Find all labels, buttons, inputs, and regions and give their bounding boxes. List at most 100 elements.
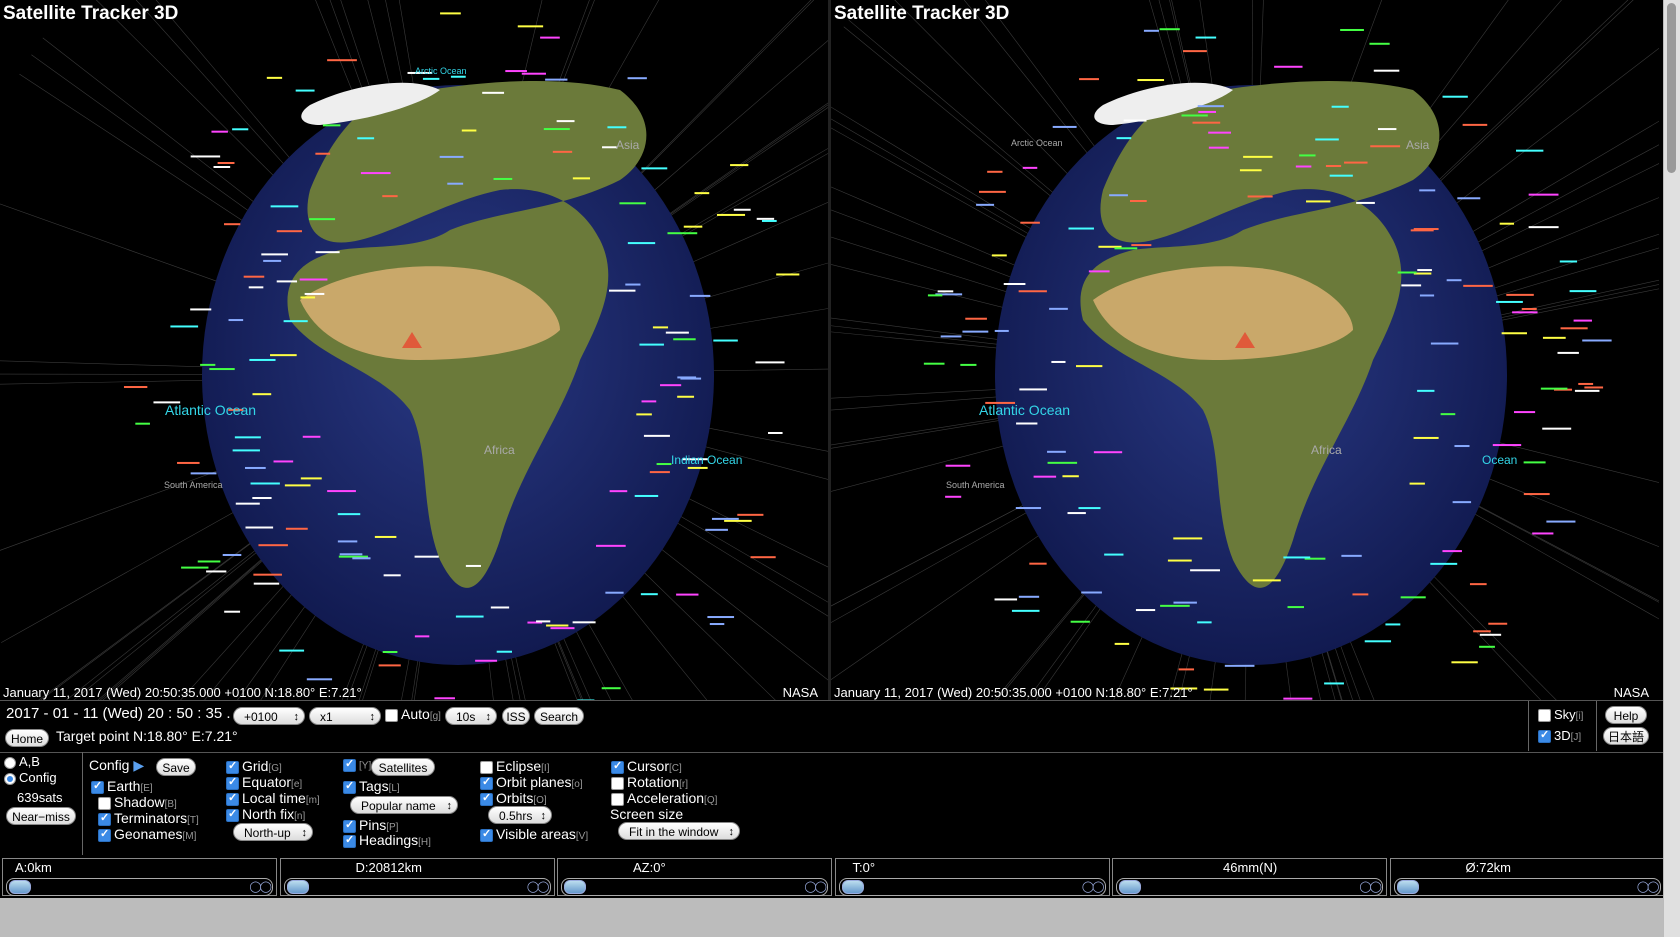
satellite-tag[interactable] (1341, 554, 1362, 557)
satellite-tag[interactable] (1560, 327, 1588, 330)
satellite-tag[interactable] (1569, 290, 1597, 293)
globe-view-right[interactable]: Satellite Tracker 3D Arctic Ocean Asia A… (831, 0, 1659, 700)
home-button[interactable]: Home (5, 729, 49, 747)
satellite-tag[interactable] (1160, 604, 1190, 607)
near-miss-button[interactable]: Near−miss (6, 807, 76, 825)
satellite-tag[interactable] (322, 124, 341, 127)
orbit-duration-select[interactable]: 0.5hrs (488, 806, 552, 825)
screen-size-select[interactable]: Fit in the window (618, 822, 740, 841)
satellite-tag[interactable] (709, 623, 725, 626)
satellite-tag[interactable] (1463, 284, 1493, 287)
terminators-checkbox[interactable]: Terminators[T] (98, 810, 199, 826)
satellite-tag[interactable] (190, 155, 221, 158)
satellite-tag[interactable] (422, 77, 440, 80)
satellite-tag[interactable] (1131, 244, 1152, 247)
satellite-tag[interactable] (1049, 307, 1068, 310)
satellite-tag[interactable] (327, 59, 357, 62)
satellite-tag[interactable] (1078, 507, 1101, 510)
mode-config-radio[interactable]: Config (4, 770, 57, 785)
satellite-tag[interactable] (261, 253, 288, 256)
satellite-tag[interactable] (285, 527, 308, 530)
satellite-tag[interactable] (1135, 609, 1156, 612)
satellite-tag[interactable] (245, 526, 274, 529)
eclipse-checkbox[interactable]: Eclipse[I] (480, 758, 549, 774)
tags-checkbox[interactable]: Tags[L] (343, 778, 400, 794)
satellite-tag[interactable] (776, 273, 800, 276)
satellite-tag[interactable] (1442, 550, 1462, 553)
satellite-tag[interactable] (1523, 493, 1550, 496)
satellite-tag[interactable] (1274, 65, 1303, 68)
satellite-tag[interactable] (1446, 279, 1462, 282)
satellite-tag[interactable] (1198, 110, 1217, 113)
satellite-tag[interactable] (711, 517, 739, 520)
satellite-tag[interactable] (200, 363, 216, 366)
satellite-tag[interactable] (755, 361, 785, 364)
satellite-tag[interactable] (643, 434, 670, 437)
satellite-tag[interactable] (750, 556, 776, 559)
satellite-tag[interactable] (232, 449, 260, 452)
satellite-tag[interactable] (447, 182, 464, 185)
satellite-tag[interactable] (248, 286, 264, 289)
north-up-select[interactable]: North-up (233, 823, 313, 842)
satellite-tag[interactable] (1542, 427, 1572, 430)
satellite-tag[interactable] (252, 497, 272, 500)
satellite-tag[interactable] (1521, 307, 1537, 310)
satellite-tag[interactable] (1052, 125, 1077, 128)
satellite-tag[interactable] (309, 218, 336, 221)
satellite-tag[interactable] (1501, 332, 1527, 335)
satellite-tag[interactable] (1452, 501, 1472, 504)
satellite-tag[interactable] (228, 319, 244, 322)
satellite-tag[interactable] (374, 535, 397, 538)
satellite-tag[interactable] (1512, 311, 1538, 314)
satellite-tag[interactable] (1178, 668, 1195, 671)
slider-knob[interactable] (841, 880, 864, 894)
satellite-tag[interactable] (1542, 336, 1566, 339)
satellite-tag[interactable] (211, 130, 228, 133)
satellite-tag[interactable] (713, 339, 738, 342)
satellite-tag[interactable] (1582, 339, 1612, 342)
acceleration-checkbox[interactable]: Acceleration[Q] (611, 790, 717, 806)
satellite-tag[interactable] (1283, 556, 1311, 559)
satellite-tag[interactable] (197, 560, 221, 563)
equator-checkbox[interactable]: Equator[e] (226, 774, 302, 790)
satellite-tag[interactable] (273, 460, 294, 463)
satellite-tag[interactable] (270, 354, 297, 357)
satellite-tag[interactable] (1018, 595, 1040, 598)
satellite-tag[interactable] (991, 254, 1007, 257)
satellite-tag[interactable] (923, 362, 945, 365)
satellite-tag[interactable] (733, 208, 751, 211)
satellite-tag[interactable] (234, 436, 261, 439)
slider-knob[interactable] (564, 880, 586, 894)
satellite-tag[interactable] (552, 150, 573, 153)
satellite-tag[interactable] (1247, 195, 1273, 198)
satellite-tag[interactable] (945, 495, 962, 498)
satellite-tag[interactable] (213, 165, 231, 168)
satellite-tag[interactable] (1532, 532, 1554, 535)
satellite-tag[interactable] (1287, 606, 1304, 609)
satellite-tag[interactable] (250, 482, 280, 485)
satellite-tag[interactable] (962, 330, 989, 333)
satellite-tag[interactable] (1070, 620, 1090, 623)
orbits-checkbox[interactable]: Orbits[O] (480, 790, 547, 806)
satellite-tag[interactable] (602, 146, 617, 149)
satellite-tag[interactable] (1062, 475, 1079, 478)
satellite-tag[interactable] (546, 624, 569, 627)
satellite-tag[interactable] (1364, 640, 1392, 643)
satellite-tag[interactable] (1197, 105, 1224, 108)
satellite-tag[interactable] (135, 422, 150, 425)
satellite-tag[interactable] (244, 466, 266, 469)
satellite-tag[interactable] (490, 606, 510, 609)
globe-canvas-right[interactable] (831, 0, 1659, 700)
satellite-tag[interactable] (1295, 165, 1312, 168)
satellite-tag[interactable] (414, 635, 430, 638)
timezone-select[interactable]: +0100 (233, 707, 305, 726)
satellite-tag[interactable] (1081, 591, 1102, 594)
satellite-tag[interactable] (300, 477, 322, 480)
pins-checkbox[interactable]: Pins[P] (343, 817, 398, 833)
slider-track[interactable]: ◯◯ (1116, 878, 1383, 896)
satellite-tag[interactable] (224, 610, 241, 613)
satellite-tag[interactable] (315, 152, 331, 155)
satellite-tag[interactable] (263, 259, 282, 262)
satellite-tag[interactable] (1137, 79, 1165, 82)
satellite-tag[interactable] (536, 620, 551, 623)
